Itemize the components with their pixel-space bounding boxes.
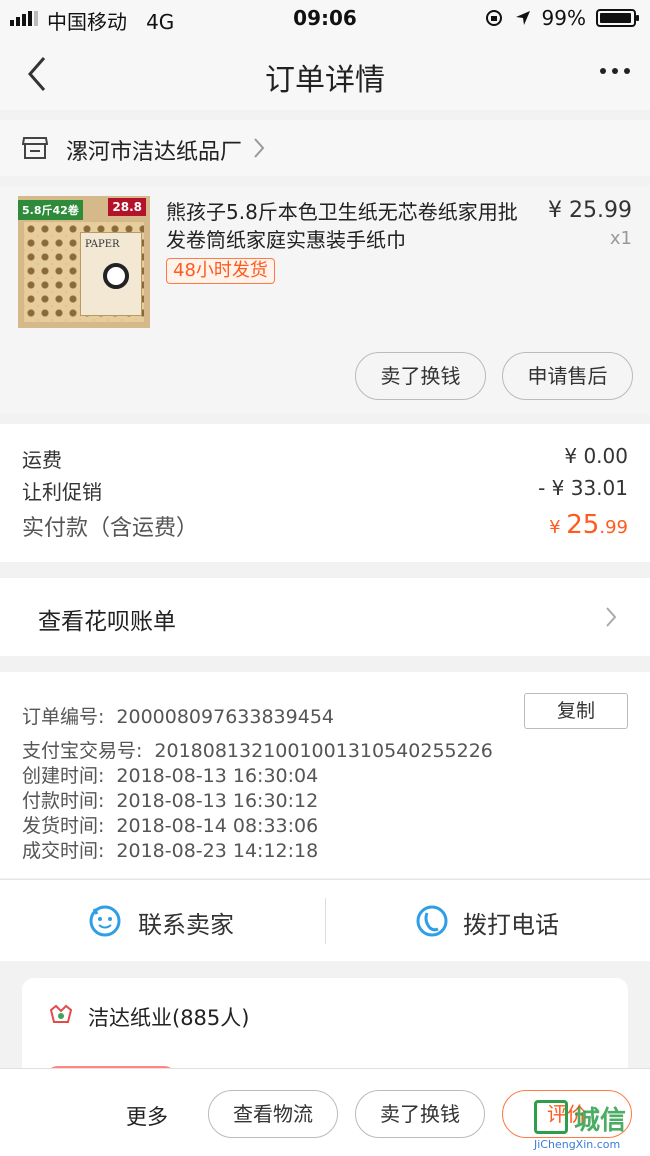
brand-name: 洁达纸业(885人) (88, 1006, 250, 1030)
store-icon (22, 137, 48, 159)
thumb-tag-price: 28.8 (108, 198, 146, 216)
contact-row: 联系卖家 拨打电话 (0, 879, 650, 961)
contact-seller-label: 联系卖家 (138, 911, 234, 939)
created-time: 创建时间: 2018-08-13 16:30:04 (22, 765, 319, 787)
shipping-label: 运费 (22, 448, 62, 472)
nav-bar: 订单详情 (0, 38, 650, 110)
huabei-label: 查看花呗账单 (38, 609, 176, 635)
discount-value: - ¥ 33.01 (538, 476, 628, 500)
product-qty: x1 (609, 228, 632, 249)
pack-label: PAPER (85, 239, 120, 250)
location-icon (515, 11, 530, 25)
total-label: 实付款（含运费） (22, 516, 199, 541)
shipping-row: 运费 ¥ 0.00 (22, 444, 628, 473)
copy-button[interactable]: 复制 (524, 693, 628, 729)
discount-label: 让利促销 (22, 480, 102, 504)
thumb-tag-weight: 5.8斤42卷 (18, 200, 83, 220)
panda-icon (103, 263, 129, 289)
more-icon[interactable] (600, 68, 630, 74)
more-button[interactable]: 更多 (126, 1101, 168, 1131)
page-title: 订单详情 (265, 63, 385, 98)
phone-icon (416, 905, 448, 937)
battery-percent: 99% (541, 6, 586, 30)
bottom-action-bar: 更多 查看物流 卖了换钱 评价 城信 JiChengXin.com (0, 1068, 650, 1156)
shipped-time: 发货时间: 2018-08-14 08:33:06 (22, 815, 319, 837)
watermark-url: JiChengXin.com (534, 1138, 621, 1151)
product-title[interactable]: 熊孩子5.8斤本色卫生纸无芯卷纸家用批发卷筒纸家庭实惠装手纸巾 (166, 198, 526, 254)
view-logistics-button[interactable]: 查看物流 (208, 1090, 338, 1138)
product-price: ¥ 25.99 (548, 198, 632, 223)
order-number: 订单编号: 200008097633839454 (22, 706, 334, 728)
chevron-right-icon (606, 607, 617, 627)
total-row: 实付款（含运费） ¥ 25.99 (22, 510, 628, 542)
shop-name: 漯河市洁达纸品厂 (66, 140, 243, 165)
status-bar: 中国移动 4G 09:06 99% (0, 0, 650, 38)
discount-row: 让利促销 - ¥ 33.01 (22, 476, 628, 505)
chevron-right-icon (254, 138, 265, 158)
resell-button-bottom[interactable]: 卖了换钱 (355, 1090, 485, 1138)
total-value: ¥ 25.99 (549, 510, 628, 540)
after-sales-button[interactable]: 申请售后 (502, 352, 633, 400)
watermark-text: 城信 (574, 1106, 627, 1136)
order-info: 订单编号: 200008097633839454 复制 支付宝交易号: 201808… (0, 672, 650, 878)
huabei-bill-row[interactable]: 查看花呗账单 (0, 578, 650, 656)
contact-seller-button[interactable]: 联系卖家 (0, 880, 325, 962)
status-right: 99% (484, 6, 639, 30)
chat-icon (89, 905, 121, 937)
battery-icon (596, 9, 639, 27)
alipay-trade-number: 支付宝交易号: 2018081321001001310540255226 (22, 740, 493, 762)
call-label: 拨打电话 (463, 911, 559, 939)
call-button[interactable]: 拨打电话 (325, 880, 650, 962)
resell-button[interactable]: 卖了换钱 (355, 352, 486, 400)
shipping-value: ¥ 0.00 (564, 444, 628, 468)
product-thumbnail[interactable]: PAPER 5.8斤42卷 28.8 (18, 196, 150, 328)
brand-logo-icon (49, 1004, 73, 1023)
order-item: PAPER 5.8斤42卷 28.8 熊孩子5.8斤本色卫生纸无芯卷纸家用批发卷… (0, 186, 650, 414)
shipping-badge: 48小时发货 (166, 258, 275, 284)
completed-time: 成交时间: 2018-08-23 14:12:18 (22, 840, 319, 862)
orientation-lock-icon (485, 10, 502, 26)
fee-summary: 运费 ¥ 0.00 让利促销 - ¥ 33.01 实付款（含运费） ¥ 25.9… (0, 424, 650, 562)
paid-time: 付款时间: 2018-08-13 16:30:12 (22, 790, 319, 812)
shop-row[interactable]: 漯河市洁达纸品厂 (0, 120, 650, 176)
site-watermark: 城信 JiChengXin.com (534, 1100, 646, 1152)
